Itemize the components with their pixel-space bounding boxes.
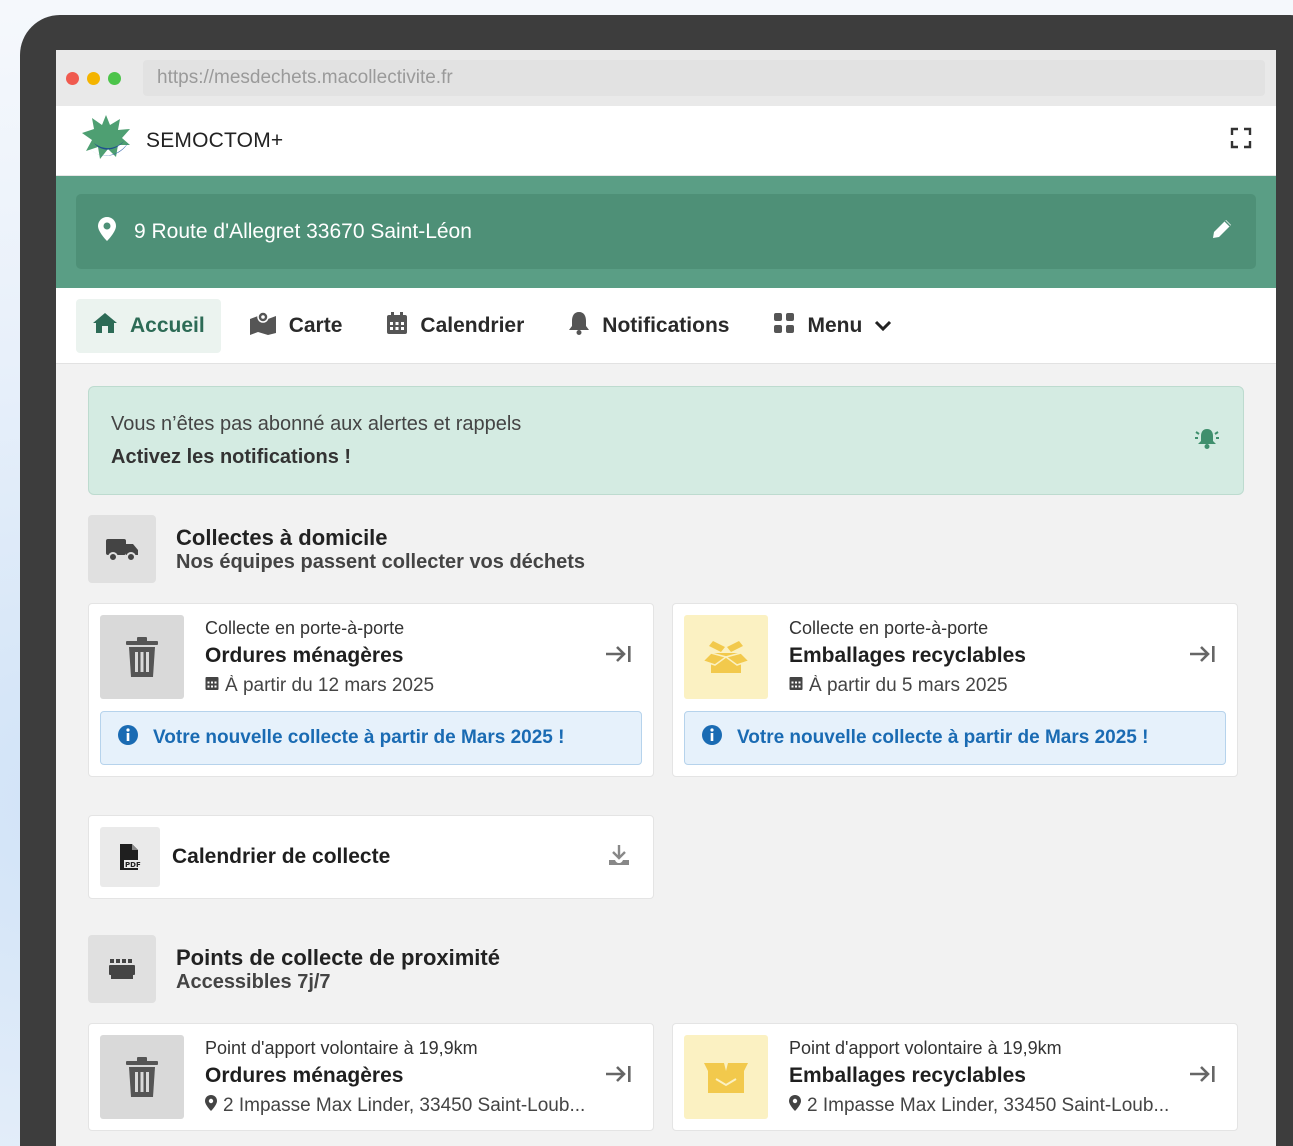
notification-alert[interactable]: Vous n’êtes pas abonné aux alertes et ra… bbox=[88, 386, 1244, 495]
card-kind: Collecte en porte-à-porte bbox=[205, 617, 405, 638]
arrow-right-bar-icon[interactable] bbox=[604, 643, 632, 672]
minimize-window-dot[interactable] bbox=[87, 71, 100, 85]
card-date-text: À partir du 12 mars 2025 bbox=[225, 674, 435, 696]
tab-accueil[interactable]: Accueil bbox=[76, 298, 221, 353]
card-kind: Point d'apport volontaire à 19,9km bbox=[205, 1037, 478, 1058]
calendar-icon bbox=[386, 311, 408, 341]
close-window-dot[interactable] bbox=[66, 71, 79, 85]
tab-notifications[interactable]: Notifications bbox=[552, 299, 745, 353]
calendar-small-icon bbox=[205, 675, 219, 697]
tab-calendrier-label: Calendrier bbox=[420, 313, 525, 337]
info-banner[interactable]: Votre nouvelle collecte à partir de Mars… bbox=[684, 711, 1226, 765]
tab-notifications-label: Notifications bbox=[602, 313, 730, 337]
card-address-text: 2 Impasse Max Linder, 33450 Saint-Loub..… bbox=[223, 1094, 586, 1116]
card-kind: Point d'apport volontaire à 19,9km bbox=[789, 1037, 1062, 1058]
download-icon[interactable] bbox=[607, 843, 631, 872]
arrow-right-bar-icon[interactable] bbox=[1188, 1063, 1216, 1092]
svg-text:PDF: PDF bbox=[125, 861, 141, 869]
maximize-window-dot[interactable] bbox=[108, 71, 121, 85]
info-icon bbox=[701, 724, 723, 752]
map-icon bbox=[249, 310, 277, 341]
proximity-subtitle: Accessibles 7j/7 bbox=[176, 970, 331, 993]
proximity-title: Points de collecte de proximité bbox=[176, 944, 500, 970]
location-pin-small-icon bbox=[205, 1094, 217, 1117]
tab-carte-label: Carte bbox=[288, 313, 343, 337]
box-icon bbox=[684, 1035, 768, 1119]
brand-name: SEMOCTOM+ bbox=[146, 128, 284, 152]
address-band: 9 Route d'Allegret 33670 Saint-Léon bbox=[56, 176, 1276, 288]
alert-cta[interactable]: Activez les notifications ! bbox=[111, 446, 521, 469]
open-box-icon bbox=[684, 615, 768, 699]
card-date: À partir du 5 mars 2025 bbox=[789, 675, 1188, 697]
home-collection-subtitle: Nos équipes passent collecter vos déchet… bbox=[176, 550, 586, 573]
card-address-text: 2 Impasse Max Linder, 33450 Saint-Loub..… bbox=[807, 1094, 1170, 1116]
tab-carte[interactable]: Carte bbox=[233, 299, 359, 353]
home-collection-header: Collectes à domicile Nos équipes passent… bbox=[88, 515, 1244, 583]
calendar-pdf-label: Calendrier de collecte bbox=[172, 845, 391, 868]
home-icon bbox=[92, 312, 118, 340]
info-text: Votre nouvelle collecte à partir de Mars… bbox=[737, 727, 1149, 748]
drop-point-card-ordures[interactable]: Point d'apport volontaire à 19,9km Ordur… bbox=[88, 1023, 654, 1131]
bell-icon bbox=[568, 311, 590, 341]
tab-calendrier[interactable]: Calendrier bbox=[370, 299, 540, 353]
location-pin-small-icon bbox=[789, 1094, 801, 1117]
card-title: Emballages recyclables bbox=[789, 643, 1026, 667]
tab-accueil-label: Accueil bbox=[130, 313, 205, 337]
url-bar[interactable]: https://mesdechets.macollectivite.fr bbox=[143, 60, 1265, 96]
address-text: 9 Route d'Allegret 33670 Saint-Léon bbox=[134, 219, 472, 243]
proximity-cards: Point d'apport volontaire à 19,9km Ordur… bbox=[88, 1023, 1244, 1131]
alert-message: Vous n’êtes pas abonné aux alertes et ra… bbox=[111, 412, 522, 435]
collection-card-ordures[interactable]: Collecte en porte-à-porte Ordures ménagè… bbox=[88, 603, 654, 777]
info-banner[interactable]: Votre nouvelle collecte à partir de Mars… bbox=[100, 711, 642, 765]
info-icon bbox=[117, 724, 139, 752]
brand[interactable]: SEMOCTOM+ bbox=[80, 113, 283, 168]
grid-icon bbox=[773, 312, 795, 340]
tab-menu-label: Menu bbox=[807, 313, 863, 337]
calendar-small-icon bbox=[789, 675, 803, 697]
chevron-down-icon bbox=[874, 314, 892, 338]
card-title: Emballages recyclables bbox=[789, 1063, 1026, 1087]
collection-card-emballages[interactable]: Collecte en porte-à-porte Emballages rec… bbox=[672, 603, 1238, 777]
leaf-logo-icon bbox=[80, 113, 132, 168]
main-content: Vous n’êtes pas abonné aux alertes et ra… bbox=[56, 364, 1276, 1131]
trash-icon bbox=[100, 1035, 184, 1119]
proximity-header: Points de collecte de proximité Accessib… bbox=[88, 935, 1244, 1003]
card-date-text: À partir du 5 mars 2025 bbox=[809, 674, 1008, 696]
location-pin-icon bbox=[98, 216, 116, 247]
card-address: 2 Impasse Max Linder, 33450 Saint-Loub..… bbox=[205, 1094, 604, 1117]
card-title: Ordures ménagères bbox=[205, 1063, 404, 1087]
card-kind: Collecte en porte-à-porte bbox=[789, 617, 989, 638]
bell-ring-icon[interactable] bbox=[1193, 426, 1221, 455]
trash-icon bbox=[100, 615, 184, 699]
main-nav: Accueil Carte Calendrier Notifications M… bbox=[56, 288, 1276, 364]
drop-point-card-emballages[interactable]: Point d'apport volontaire à 19,9km Embal… bbox=[672, 1023, 1238, 1131]
app-header: SEMOCTOM+ bbox=[56, 106, 1276, 176]
card-title: Ordures ménagères bbox=[205, 643, 404, 667]
address-selector[interactable]: 9 Route d'Allegret 33670 Saint-Léon bbox=[76, 194, 1256, 269]
home-collection-title: Collectes à domicile bbox=[176, 524, 388, 550]
card-address: 2 Impasse Max Linder, 33450 Saint-Loub..… bbox=[789, 1094, 1188, 1117]
arrow-right-bar-icon[interactable] bbox=[1188, 643, 1216, 672]
tab-menu[interactable]: Menu bbox=[757, 299, 908, 353]
browser-chrome: https://mesdechets.macollectivite.fr bbox=[56, 50, 1276, 106]
fullscreen-icon[interactable] bbox=[1230, 127, 1252, 154]
pdf-file-icon: PDF bbox=[100, 827, 160, 887]
info-text: Votre nouvelle collecte à partir de Mars… bbox=[153, 727, 565, 748]
home-collection-cards: Collecte en porte-à-porte Ordures ménagè… bbox=[88, 603, 1244, 777]
arrow-right-bar-icon[interactable] bbox=[604, 1063, 632, 1092]
edit-pencil-icon[interactable] bbox=[1210, 217, 1234, 246]
calendar-pdf-download[interactable]: PDF Calendrier de collecte bbox=[88, 815, 654, 899]
card-date: À partir du 12 mars 2025 bbox=[205, 675, 604, 697]
browser-window: https://mesdechets.macollectivite.fr SEM… bbox=[56, 50, 1276, 1146]
container-bin-icon bbox=[88, 935, 156, 1003]
truck-icon bbox=[88, 515, 156, 583]
